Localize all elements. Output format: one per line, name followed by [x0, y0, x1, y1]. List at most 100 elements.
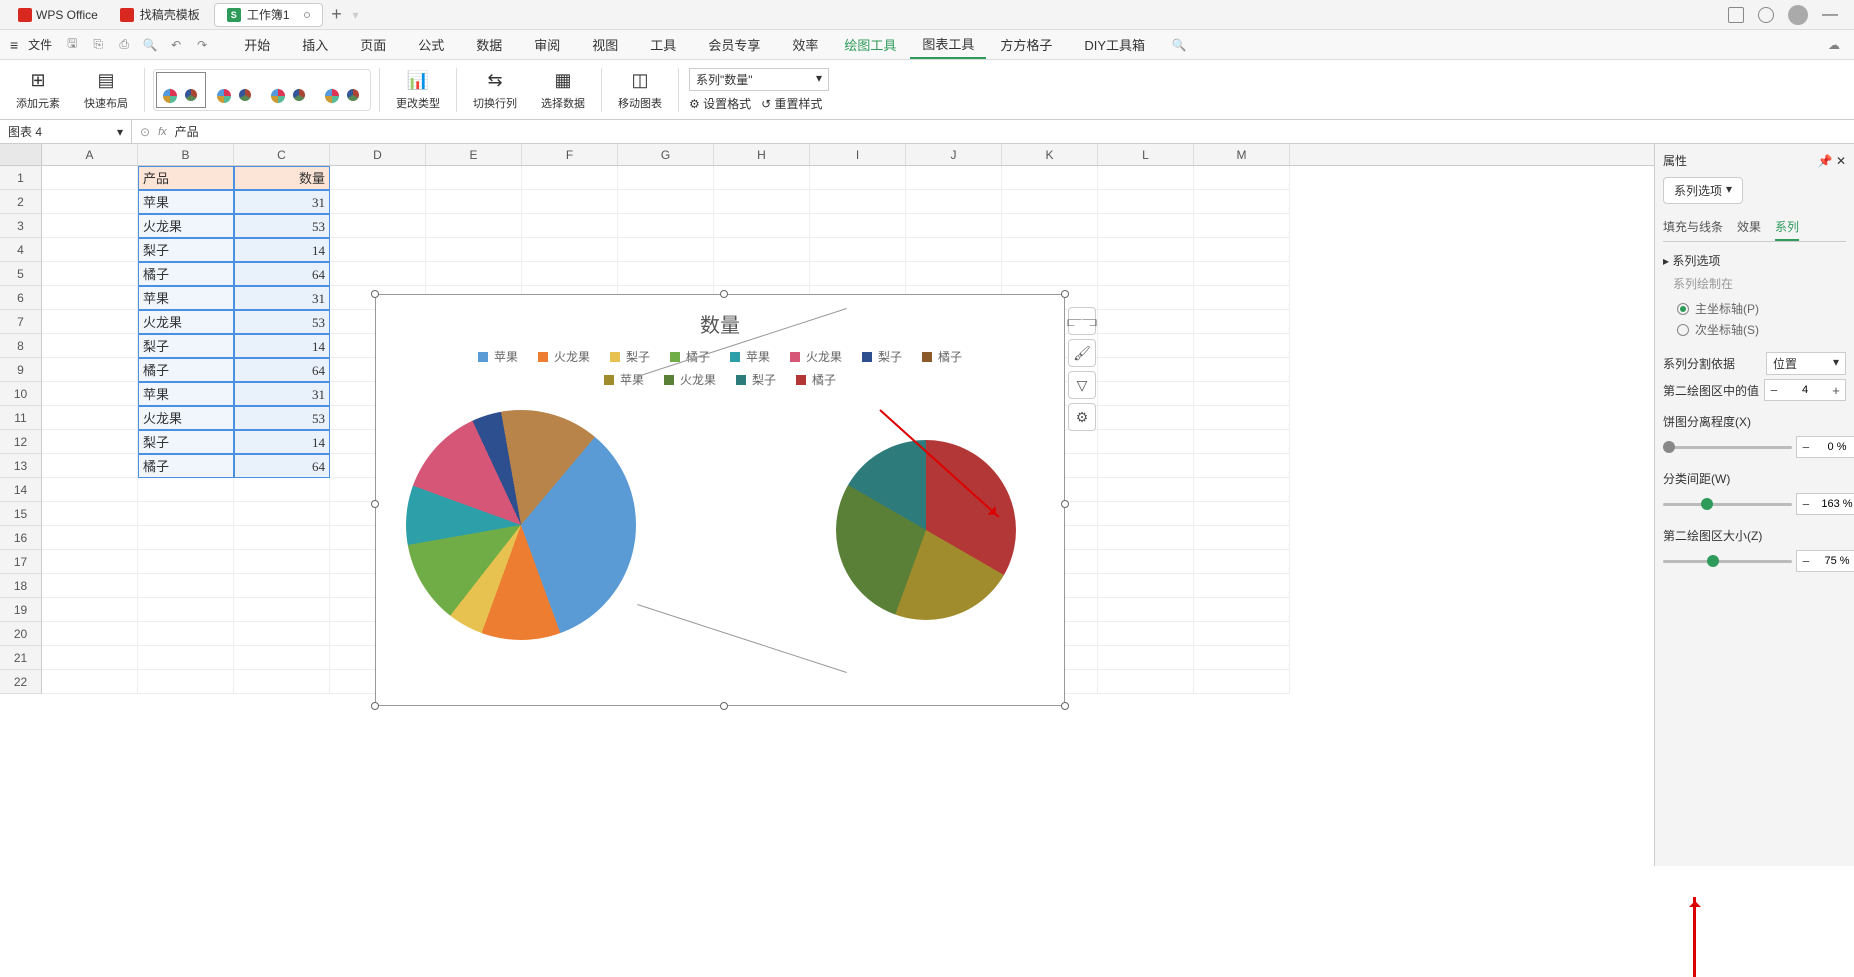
cell[interactable]: [810, 190, 906, 214]
cell[interactable]: 31: [234, 190, 330, 214]
row-header[interactable]: 8: [0, 334, 42, 358]
legend-item[interactable]: 火龙果: [538, 346, 590, 368]
cell[interactable]: [234, 670, 330, 694]
col-header[interactable]: C: [234, 144, 330, 165]
resize-handle[interactable]: [720, 702, 728, 710]
split-dropdown[interactable]: 位置▾: [1766, 352, 1846, 375]
cell[interactable]: 橘子: [138, 454, 234, 478]
chart-title[interactable]: 数量: [376, 295, 1064, 338]
cell[interactable]: [234, 526, 330, 550]
cell[interactable]: [234, 550, 330, 574]
menu-item[interactable]: 方方格子: [988, 31, 1064, 58]
cell[interactable]: [234, 478, 330, 502]
size-slider[interactable]: [1663, 560, 1792, 563]
cell[interactable]: 火龙果: [138, 310, 234, 334]
cell[interactable]: [42, 574, 138, 598]
legend-item[interactable]: 苹果: [478, 346, 518, 368]
cell[interactable]: [906, 238, 1002, 262]
cell[interactable]: [138, 550, 234, 574]
row-header[interactable]: 18: [0, 574, 42, 598]
cell[interactable]: [1002, 262, 1098, 286]
row-header[interactable]: 6: [0, 286, 42, 310]
quick-layout-button[interactable]: ▤快速布局: [76, 65, 136, 115]
cell[interactable]: [618, 166, 714, 190]
cell[interactable]: [1194, 406, 1290, 430]
cell[interactable]: [1194, 358, 1290, 382]
cell[interactable]: [1098, 358, 1194, 382]
cell[interactable]: [714, 238, 810, 262]
cell[interactable]: [1098, 526, 1194, 550]
hamburger-icon[interactable]: ≡: [4, 35, 24, 55]
legend-item[interactable]: 梨子: [610, 346, 650, 368]
add-element-button[interactable]: ⊞添加元素: [8, 65, 68, 115]
legend-item[interactable]: 橘子: [922, 346, 962, 368]
legend-item[interactable]: 火龙果: [790, 346, 842, 368]
resize-handle[interactable]: [1061, 702, 1069, 710]
cell[interactable]: [1002, 214, 1098, 238]
cell[interactable]: [618, 262, 714, 286]
cell[interactable]: [810, 166, 906, 190]
cell[interactable]: [138, 670, 234, 694]
menu-item[interactable]: 公式: [406, 31, 456, 58]
menu-item[interactable]: 工具: [638, 31, 688, 58]
cell[interactable]: 14: [234, 430, 330, 454]
resize-handle[interactable]: [371, 290, 379, 298]
gap-slider[interactable]: [1663, 503, 1792, 506]
chart-elements-icon[interactable]: ⫍⫎: [1068, 307, 1096, 335]
cell[interactable]: [234, 598, 330, 622]
cell[interactable]: [1194, 334, 1290, 358]
cell[interactable]: [330, 238, 426, 262]
select-data-button[interactable]: ▦选择数据: [533, 65, 593, 115]
row-header[interactable]: 1: [0, 166, 42, 190]
cell[interactable]: [1098, 622, 1194, 646]
cell[interactable]: [1098, 262, 1194, 286]
chart-filter-icon[interactable]: ▽: [1068, 371, 1096, 399]
row-header[interactable]: 20: [0, 622, 42, 646]
cell[interactable]: 64: [234, 454, 330, 478]
cell[interactable]: [1194, 478, 1290, 502]
cell[interactable]: [1098, 550, 1194, 574]
cell[interactable]: 梨子: [138, 238, 234, 262]
name-box[interactable]: 图表 4▾: [0, 120, 132, 143]
save-icon[interactable]: 🖫: [64, 37, 80, 53]
cell[interactable]: [138, 502, 234, 526]
cloud-icon[interactable]: ☁: [1826, 37, 1842, 53]
app-cube-icon[interactable]: [1758, 7, 1774, 23]
tab-dropdown-icon[interactable]: ▾: [353, 8, 359, 22]
move-chart-button[interactable]: ◫移动图表: [610, 65, 670, 115]
row-header[interactable]: 7: [0, 310, 42, 334]
cell[interactable]: [906, 166, 1002, 190]
switch-rowcol-button[interactable]: ⇆切换行列: [465, 65, 525, 115]
chart-style-1[interactable]: [156, 72, 206, 108]
cell[interactable]: [522, 262, 618, 286]
cell[interactable]: [42, 454, 138, 478]
col-header[interactable]: F: [522, 144, 618, 165]
chart-style-3[interactable]: [264, 72, 314, 108]
row-header[interactable]: 2: [0, 190, 42, 214]
cell[interactable]: [1002, 166, 1098, 190]
resize-handle[interactable]: [371, 702, 379, 710]
cell[interactable]: [1098, 430, 1194, 454]
cell[interactable]: [1194, 646, 1290, 670]
menu-chart-tools[interactable]: 图表工具: [910, 30, 986, 59]
cell[interactable]: [1098, 574, 1194, 598]
col-header[interactable]: E: [426, 144, 522, 165]
row-header[interactable]: 3: [0, 214, 42, 238]
select-all-corner[interactable]: [0, 144, 42, 165]
preview-icon[interactable]: 🔍: [142, 37, 158, 53]
cell[interactable]: [1098, 478, 1194, 502]
cell[interactable]: [42, 214, 138, 238]
cell[interactable]: 梨子: [138, 334, 234, 358]
menu-item[interactable]: 会员专享: [696, 31, 772, 58]
cell[interactable]: [1098, 502, 1194, 526]
cell[interactable]: [330, 262, 426, 286]
row-header[interactable]: 14: [0, 478, 42, 502]
cell[interactable]: [42, 238, 138, 262]
chart-plot[interactable]: [376, 400, 1064, 670]
menu-item[interactable]: 审阅: [522, 31, 572, 58]
cell[interactable]: [1098, 214, 1194, 238]
undo-icon[interactable]: ↶: [168, 37, 184, 53]
cell[interactable]: [42, 478, 138, 502]
col-header[interactable]: H: [714, 144, 810, 165]
cell[interactable]: [1194, 382, 1290, 406]
